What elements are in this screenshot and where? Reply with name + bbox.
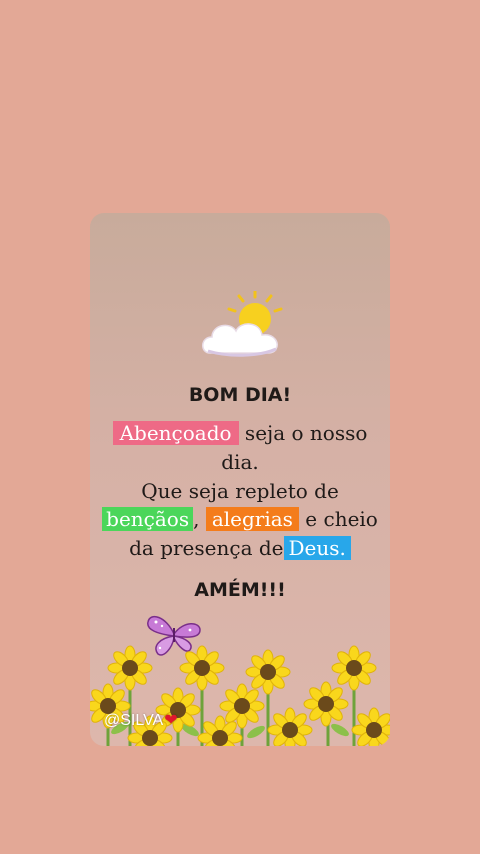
greeting-card: BOM DIA! Abençoado seja o nosso dia. Que… <box>90 213 390 746</box>
watermark: @SILVA❤ <box>104 710 178 730</box>
verse-line-4: bençãos, alegrias e cheio <box>90 505 390 534</box>
highlight-abencoado: Abençoado <box>112 421 239 445</box>
verse-text: e cheio <box>298 507 378 531</box>
highlight-deus: Deus. <box>283 536 351 560</box>
greeting-title: BOM DIA! <box>188 384 292 406</box>
closing-text: AMÉM!!! <box>194 579 286 601</box>
verse-line-3: Que seja repleto de <box>141 479 339 503</box>
watermark-text: @SILVA <box>104 712 164 729</box>
verse-line-2: dia. <box>221 450 259 474</box>
verse-separator: , <box>193 507 200 531</box>
highlight-alegrias: alegrias <box>205 507 299 531</box>
heart-icon: ❤ <box>164 712 178 729</box>
sun-behind-cloud-icon <box>202 291 283 357</box>
verse-line-5: da presença de Deus. <box>90 534 390 563</box>
verse-text: seja o nosso <box>238 421 368 445</box>
verse-text: da presença de <box>129 536 284 560</box>
verse-line-1: Abençoado seja o nosso <box>90 419 390 448</box>
highlight-bencaos: bençãos <box>102 507 194 531</box>
